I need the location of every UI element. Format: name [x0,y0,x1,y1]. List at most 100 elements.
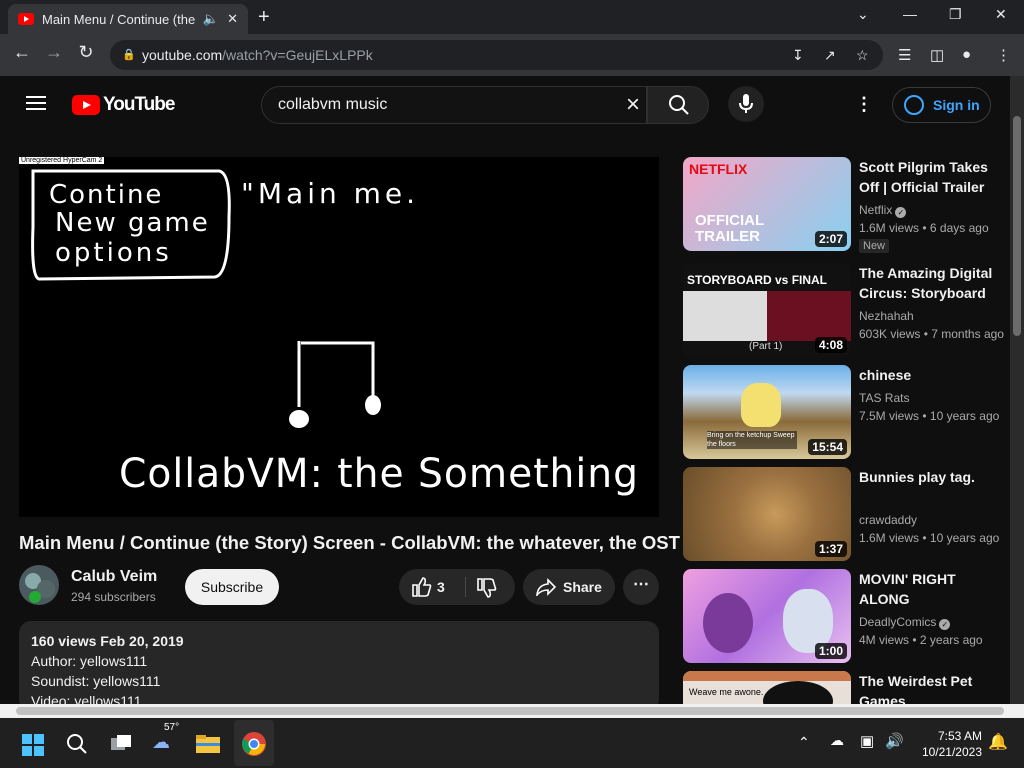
restore-button[interactable]: ❐ [949,6,962,23]
related-video[interactable]: Bring on the ketchup Sweep the floors 15… [683,365,1003,461]
subscribe-button[interactable]: Subscribe [185,569,279,605]
description-line: Author: yellows111 [31,653,148,669]
like-icon[interactable] [411,576,433,598]
view-count: 4M views [859,633,910,647]
voice-search-button[interactable] [728,86,764,122]
video-thumbnail[interactable]: NETFLIX OFFICIAL TRAILER 2:07 [683,157,851,251]
weather-icon: ☁ [152,732,170,752]
search-value: collabvm music [278,96,388,113]
video-thumbnail[interactable]: 1:37 [683,467,851,561]
browser-tab[interactable]: Main Menu / Continue (the 🔈 ✕ [8,4,248,34]
sign-in-label: Sign in [933,97,980,113]
tab-search-icon[interactable]: ⌄ [857,6,869,23]
reload-icon[interactable]: ↻ [74,42,98,63]
media-icon[interactable]: ☰ [898,46,911,64]
thumbnail-text: STORYBOARD vs FINAL [687,273,828,287]
related-title[interactable]: Bunnies play tag. [859,467,999,487]
video-thumbnail[interactable]: Weave me awone. [683,671,851,704]
new-tab-button[interactable]: + [258,6,270,29]
address-bar[interactable]: 🔒 youtube.com/watch?v=GeujELxLPPk ↧ ↗ ☆ [110,40,883,70]
channel-name[interactable]: Calub Veim [71,568,157,586]
related-video[interactable]: STORYBOARD vs FINAL (Part 1) 4:08 The Am… [683,263,1004,359]
speaker-icon[interactable]: 🔈 [203,11,219,27]
related-meta: 603K views • 7 months ago [859,327,1004,341]
share-arrow-icon [536,578,557,596]
hamburger-menu-icon[interactable] [26,96,46,110]
youtube-logo[interactable]: YouTube [72,94,175,116]
weather-widget[interactable]: ☁ 57° [152,722,179,753]
youtube-play-icon [72,95,100,115]
minimize-button[interactable]: — [903,6,917,22]
related-video[interactable]: 1:00 MOVIN' RIGHT ALONG DeadlyComics ✓ 4M… [683,569,1003,665]
url-path: /watch?v=GeujELxLPPk [222,47,373,63]
related-channel: crawdaddy [859,513,918,527]
network-icon[interactable]: ▣ [860,732,874,750]
back-icon[interactable]: ← [10,42,34,63]
related-title[interactable]: The Amazing Digital Circus: Storyboard v… [859,263,999,303]
related-video[interactable]: 1:37 Bunnies play tag. crawdaddy 1.6M vi… [683,467,1003,563]
video-frame: Contine New game options "Main me. Colla… [31,169,639,497]
windows-start-icon[interactable] [22,734,44,756]
file-explorer-icon[interactable] [196,733,220,755]
description-line: Soundist: yellows111 [31,673,161,689]
share-icon[interactable]: ↗ [824,40,836,70]
star-icon[interactable]: ☆ [856,40,869,70]
video-thumbnail[interactable]: Bring on the ketchup Sweep the floors 15… [683,365,851,459]
horizontal-scrollbar[interactable] [0,704,1024,718]
upload-age: 6 days ago [929,221,989,235]
dislike-icon[interactable] [476,577,498,599]
notification-bell-icon[interactable]: 🔔 [988,732,1008,752]
vertical-scrollbar[interactable] [1010,76,1024,704]
related-title[interactable]: Scott Pilgrim Takes Off | Official Trail… [859,157,999,197]
install-icon[interactable]: ↧ [792,40,804,70]
video-bottom-text: CollabVM: the Something [119,451,639,497]
more-actions-button[interactable]: ⋯ [623,569,659,605]
video-duration: 1:37 [814,541,847,557]
view-count: 1.6M views [859,531,920,545]
video-thumbnail[interactable]: 1:00 [683,569,851,663]
task-view-icon[interactable] [109,733,133,755]
search-button[interactable] [647,86,709,124]
related-video[interactable]: Weave me awone. The Weirdest Pet Games [683,671,1003,704]
video-player[interactable]: Unregistered HyperCam 2 Contine New game… [19,157,659,517]
show-hidden-icons[interactable]: ⌃ [798,734,810,751]
description-box[interactable]: 160 views Feb 20, 2019 Author: yellows11… [19,621,659,711]
related-title[interactable]: The Weirdest Pet Games [859,671,999,704]
video-thumbnail[interactable]: STORYBOARD vs FINAL (Part 1) 4:08 [683,263,851,357]
upload-age: 7 months ago [931,327,1004,341]
new-badge: New [859,239,890,253]
sign-in-button[interactable]: Sign in [892,87,991,123]
settings-dots-icon[interactable]: ⋮ [855,94,873,115]
related-title[interactable]: MOVIN' RIGHT ALONG [859,569,999,609]
share-button[interactable]: Share [523,569,615,605]
sidepanel-icon[interactable]: ◫ [930,46,944,64]
forward-icon[interactable]: → [42,42,66,63]
onedrive-icon[interactable]: ☁ [830,732,844,749]
subscriber-count: 294 subscribers [71,590,156,604]
video-duration: 15:54 [808,439,847,455]
channel-label: DeadlyComics [859,615,937,629]
related-title[interactable]: chinese [859,365,999,385]
browser-toolbar: ← → ↻ 🔒 youtube.com/watch?v=GeujELxLPPk ↧… [0,34,1024,76]
lock-icon[interactable]: 🔒 [122,40,136,70]
chrome-taskbar-icon[interactable] [241,731,267,757]
related-channel: Netflix ✓ [859,203,907,218]
close-window-button[interactable]: ✕ [995,6,1007,23]
search-taskbar-icon[interactable] [66,733,88,755]
clear-search-icon[interactable]: × [626,87,640,123]
volume-icon[interactable]: 🔊 [885,732,904,750]
vertical-scroll-thumb[interactable] [1013,116,1021,336]
horizontal-scroll-thumb[interactable] [16,707,1004,715]
system-clock[interactable]: 7:53 AM 10/21/2023 [914,728,982,760]
microphone-icon [739,94,753,113]
thumbnail-text: OFFICIAL TRAILER [695,212,764,245]
channel-avatar[interactable] [19,565,59,605]
close-tab-icon[interactable]: ✕ [227,11,238,27]
related-meta: 1.6M views • 6 days ago [859,221,989,235]
video-duration: 1:00 [814,643,847,659]
profile-icon[interactable]: ● [962,46,971,63]
related-channel: DeadlyComics ✓ [859,615,951,630]
search-input[interactable]: collabvm music × [261,86,647,124]
related-video[interactable]: NETFLIX OFFICIAL TRAILER 2:07 Scott Pilg… [683,157,1003,253]
menu-icon[interactable]: ⋮ [996,46,1011,64]
